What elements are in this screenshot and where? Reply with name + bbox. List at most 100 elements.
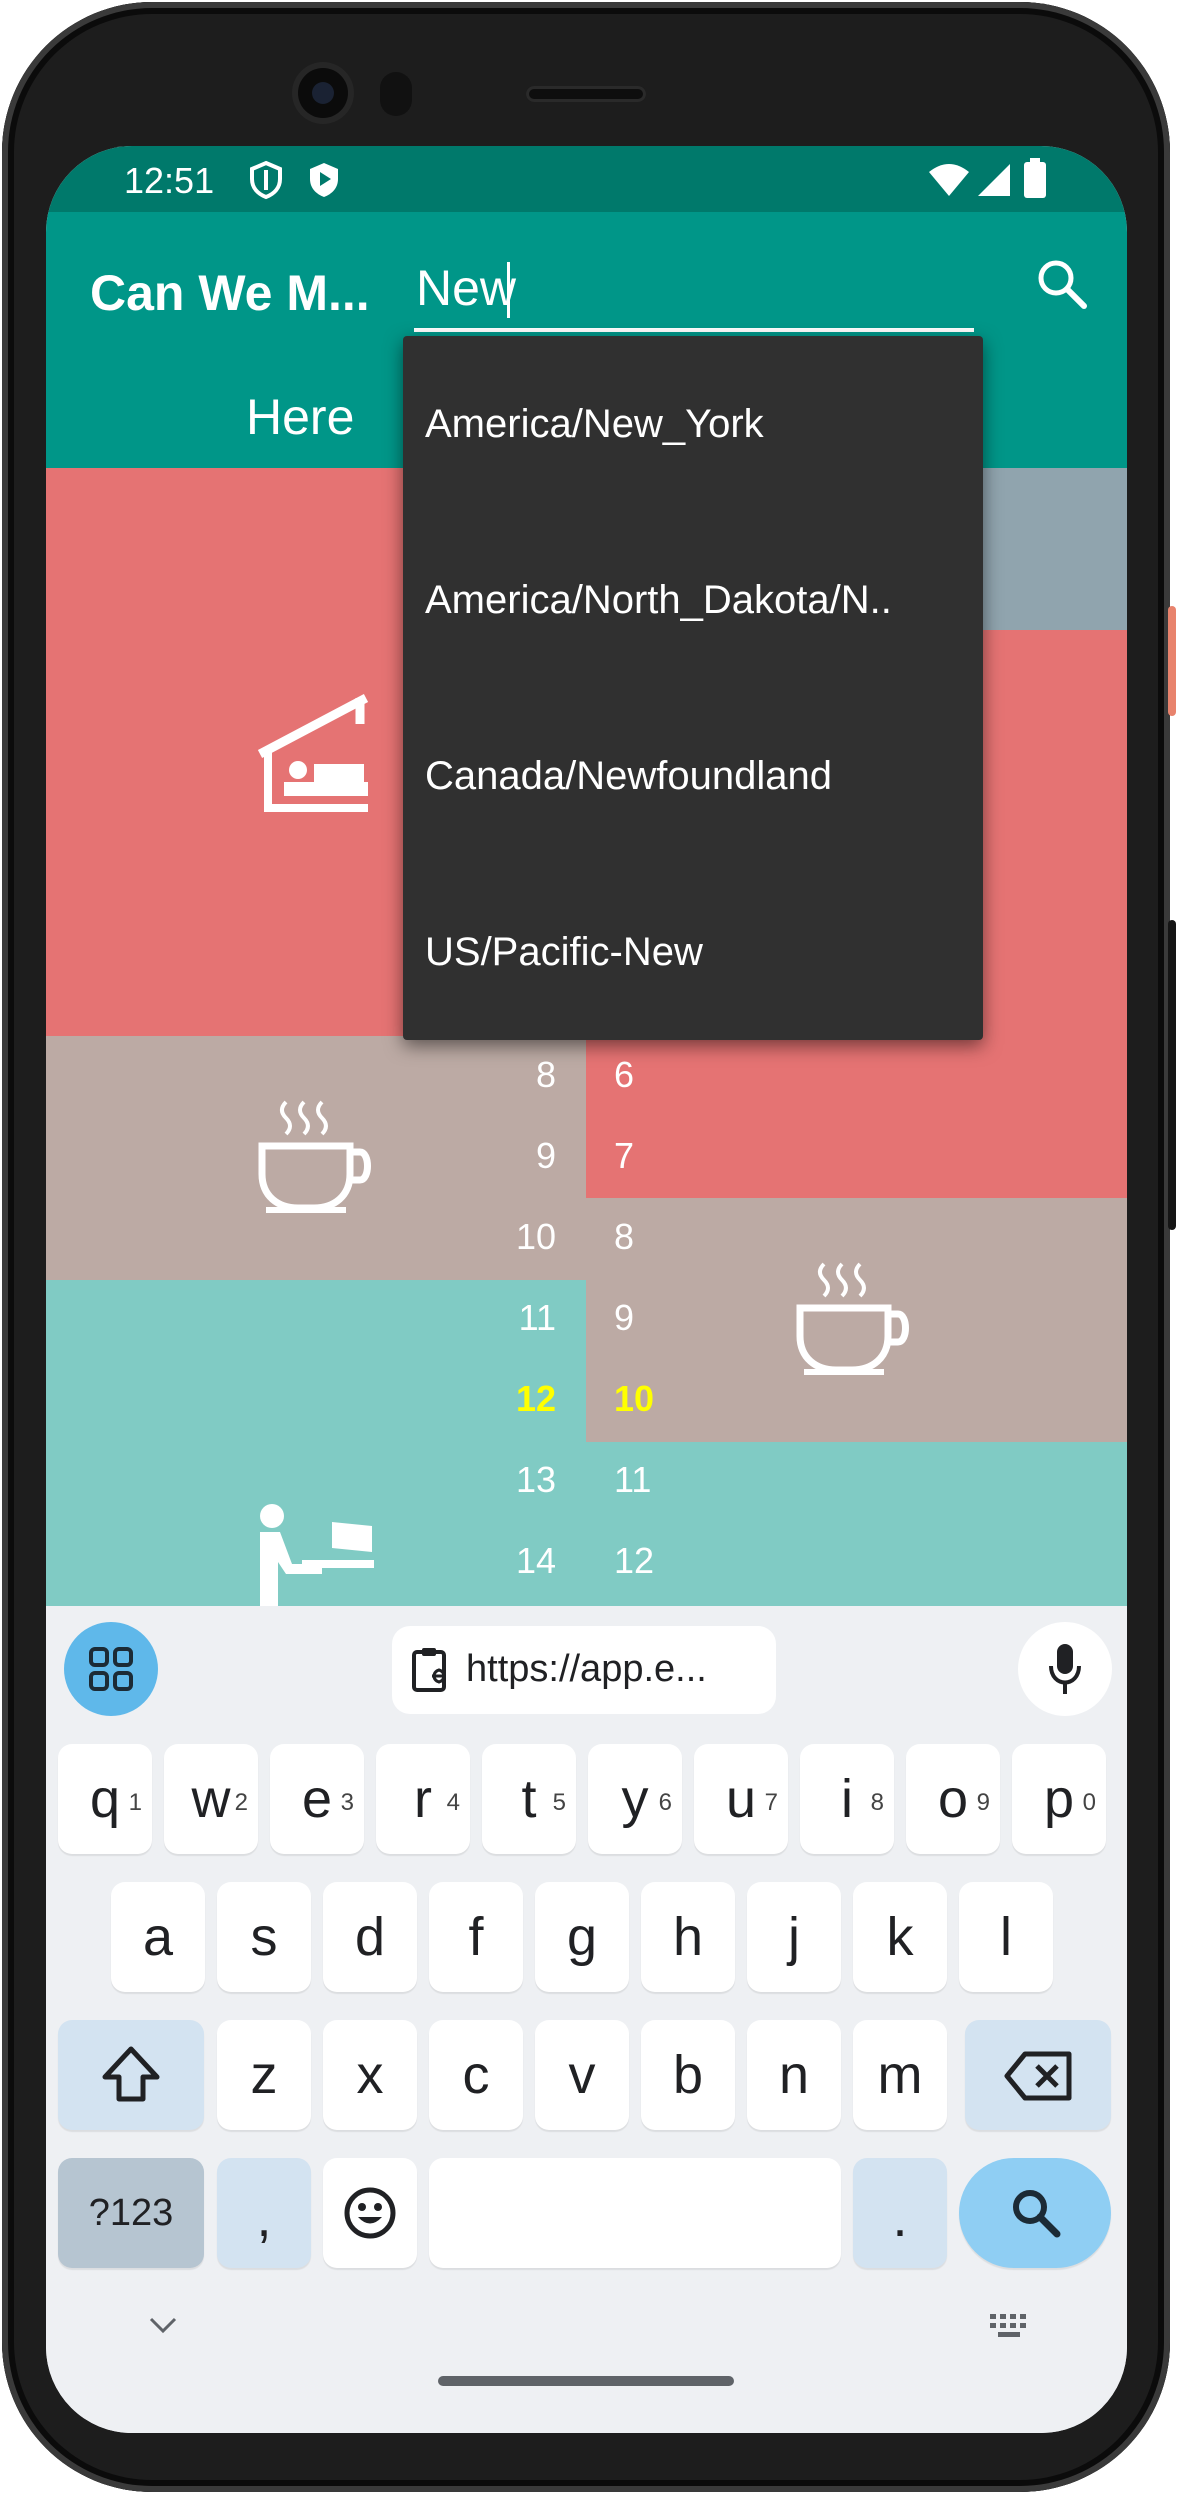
- hour-left: 13: [515, 1459, 556, 1500]
- key-label: q: [89, 1769, 121, 1829]
- cell-signal-icon: [978, 164, 1010, 196]
- clipboard-text: https://app.e...: [466, 1648, 707, 1690]
- key-f[interactable]: f: [429, 1882, 523, 1992]
- volume-button: [1168, 920, 1176, 1230]
- suggestion-item[interactable]: US/Pacific-New: [403, 864, 983, 1040]
- emoji-key[interactable]: [323, 2158, 417, 2268]
- key-t[interactable]: t5: [482, 1744, 576, 1854]
- key-a[interactable]: a: [111, 1882, 205, 1992]
- search-icon[interactable]: [1034, 256, 1090, 312]
- apps-grid-button[interactable]: [64, 1622, 158, 1716]
- key-hint: 1: [128, 1789, 142, 1816]
- period-key[interactable]: .: [853, 2158, 947, 2268]
- proximity-sensor: [380, 72, 412, 116]
- key-l[interactable]: l: [959, 1882, 1053, 1992]
- key-label: y: [621, 1769, 649, 1829]
- key-q[interactable]: q1: [58, 1744, 152, 1854]
- key-n[interactable]: n: [747, 2020, 841, 2130]
- shield-play-icon: [310, 163, 338, 197]
- key-label: r: [414, 1769, 432, 1829]
- key-hint: 0: [1082, 1789, 1096, 1816]
- hour-right-current: 10: [614, 1378, 655, 1419]
- key-m[interactable]: m: [853, 2020, 947, 2130]
- backspace-key[interactable]: [965, 2020, 1111, 2130]
- voice-input-button[interactable]: [1018, 1622, 1112, 1716]
- gesture-nav-bar[interactable]: [438, 2376, 734, 2386]
- space-key[interactable]: [429, 2158, 841, 2268]
- key-label: o: [937, 1769, 969, 1829]
- hour-left: 9: [535, 1135, 556, 1176]
- coffee-icon: [796, 1262, 909, 1375]
- clipboard-suggestion[interactable]: https://app.e...: [392, 1626, 776, 1714]
- search-action-key[interactable]: [959, 2158, 1111, 2268]
- power-button: [1168, 606, 1176, 716]
- key-j[interactable]: j: [747, 1882, 841, 1992]
- key-label: t: [521, 1769, 537, 1829]
- suggestion-item[interactable]: America/North_Dakota/N..: [403, 512, 983, 688]
- key-z[interactable]: z: [217, 2020, 311, 2130]
- key-h[interactable]: h: [641, 1882, 735, 1992]
- chevron-down-icon[interactable]: [148, 2316, 178, 2336]
- key-hint: 8: [870, 1789, 884, 1816]
- key-s[interactable]: s: [217, 1882, 311, 1992]
- search-icon: [1013, 2190, 1061, 2238]
- hour-left: 10: [515, 1216, 556, 1257]
- key-hint: 4: [446, 1789, 460, 1816]
- hour-left: 11: [518, 1297, 556, 1338]
- tab-here[interactable]: Here: [246, 388, 354, 446]
- key-g[interactable]: g: [535, 1882, 629, 1992]
- key-r[interactable]: r4: [376, 1744, 470, 1854]
- key-hint: 9: [976, 1789, 990, 1816]
- keyboard: https://app.e... q1 w2 e3 r4 t5 y6 u7 i8…: [46, 1606, 1127, 2433]
- suggestion-dropdown: America/New_York America/North_Dakota/N.…: [403, 336, 983, 1040]
- emoji-icon: [344, 2187, 396, 2239]
- key-c[interactable]: c: [429, 2020, 523, 2130]
- suggestion-item[interactable]: America/New_York: [403, 336, 983, 512]
- key-hint: 5: [552, 1789, 566, 1816]
- hour-left-current: 12: [515, 1378, 556, 1419]
- key-o[interactable]: o9: [906, 1744, 1000, 1854]
- camera-lens: [312, 82, 334, 104]
- key-b[interactable]: b: [641, 2020, 735, 2130]
- keyboard-icon[interactable]: [988, 2312, 1032, 2340]
- key-y[interactable]: y6: [588, 1744, 682, 1854]
- key-k[interactable]: k: [853, 1882, 947, 1992]
- key-e[interactable]: e3: [270, 1744, 364, 1854]
- key-i[interactable]: i8: [800, 1744, 894, 1854]
- search-input[interactable]: [414, 250, 976, 326]
- earpiece-speaker: [526, 86, 646, 102]
- symbols-key[interactable]: ?123: [58, 2158, 204, 2268]
- key-p[interactable]: p0: [1012, 1744, 1106, 1854]
- suggestion-item[interactable]: Canada/Newfoundland: [403, 688, 983, 864]
- key-label: i: [841, 1769, 853, 1829]
- key-v[interactable]: v: [535, 2020, 629, 2130]
- key-hint: 2: [234, 1789, 248, 1816]
- key-label: w: [191, 1769, 231, 1829]
- key-w[interactable]: w2: [164, 1744, 258, 1854]
- screen: 12:51 Can We M... Here: [46, 146, 1127, 2433]
- work-desk-icon: [260, 1504, 374, 1606]
- coffee-icon: [258, 1100, 371, 1213]
- comma-key[interactable]: ,: [217, 2158, 311, 2268]
- sleep-house-icon: [257, 694, 369, 812]
- backspace-icon: [1004, 2051, 1072, 2101]
- app-title: Can We M...: [90, 265, 370, 321]
- hour-left: 8: [535, 1054, 556, 1095]
- key-x[interactable]: x: [323, 2020, 417, 2130]
- hour-right: 8: [614, 1216, 635, 1257]
- hour-left: 14: [515, 1540, 556, 1581]
- clipboard-link-icon: [412, 1648, 446, 1692]
- key-hint: 7: [764, 1789, 778, 1816]
- shield-outline-icon: [250, 160, 282, 200]
- key-label: p: [1043, 1769, 1075, 1829]
- hour-right: 6: [614, 1054, 635, 1095]
- shift-icon: [102, 2046, 160, 2102]
- shift-key[interactable]: [58, 2020, 204, 2130]
- key-u[interactable]: u7: [694, 1744, 788, 1854]
- battery-icon: [1024, 158, 1046, 198]
- status-time: 12:51: [124, 160, 215, 201]
- key-label: u: [725, 1769, 757, 1829]
- hour-right: 7: [614, 1135, 635, 1176]
- hour-right: 9: [614, 1297, 635, 1338]
- key-d[interactable]: d: [323, 1882, 417, 1992]
